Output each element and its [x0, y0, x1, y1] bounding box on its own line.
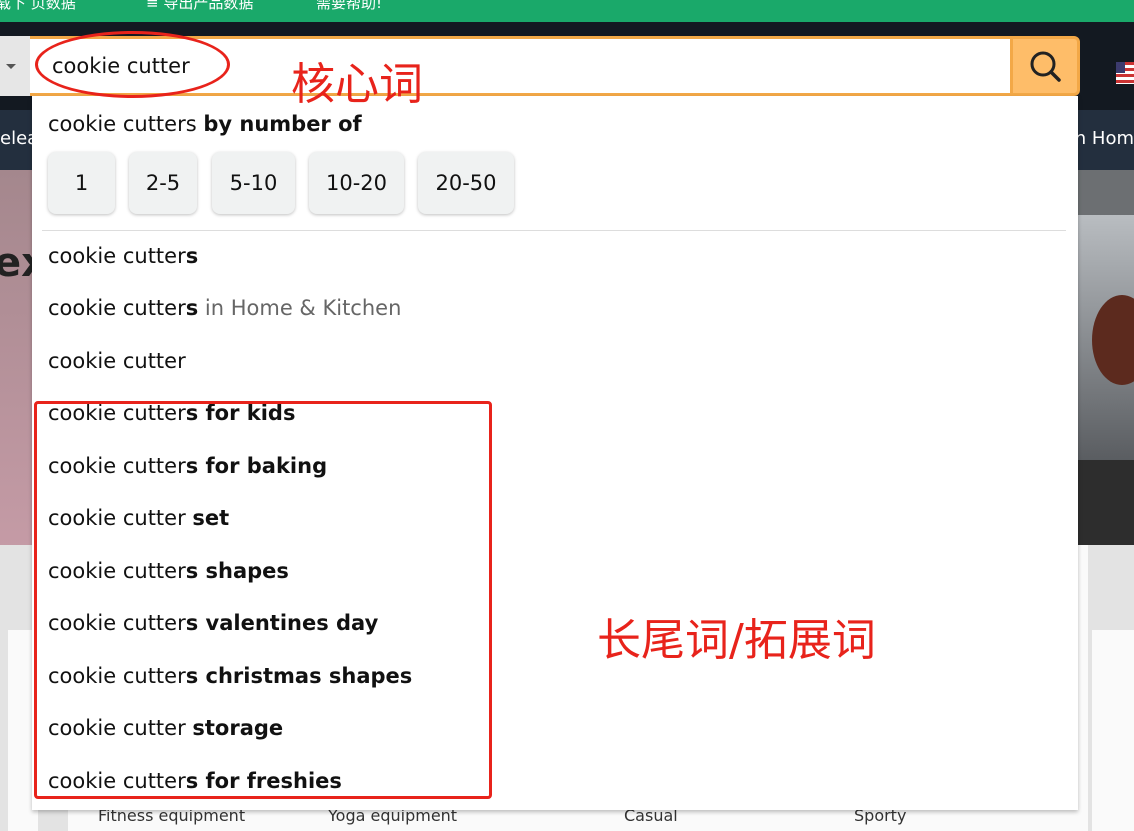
- search-icon: [1030, 51, 1061, 82]
- long-tail-highlight: [34, 401, 492, 799]
- chevron-down-icon: [6, 64, 16, 69]
- quantity-chip[interactable]: 5-10: [212, 152, 295, 214]
- hero-banner-right: [1078, 170, 1134, 550]
- core-word-highlight: [35, 31, 230, 98]
- hero-banner-left: ex: [0, 170, 47, 550]
- suggestion-item[interactable]: cookie cutter: [48, 349, 186, 373]
- quantity-chip[interactable]: 2-5: [129, 152, 197, 214]
- us-flag-icon[interactable]: [1116, 62, 1134, 84]
- toolbar-item-export-products[interactable]: ≡ 导出产品数据: [146, 0, 253, 13]
- suggestion-category: in Home & Kitchen: [204, 296, 402, 320]
- quantity-chip[interactable]: 10-20: [309, 152, 404, 214]
- toolbar-item-help[interactable]: 需要帮助!: [316, 0, 382, 13]
- search-button[interactable]: [1010, 36, 1080, 96]
- long-tail-annotation: 长尾词/拓展词: [597, 615, 876, 666]
- quantity-chip[interactable]: 20-50: [418, 152, 514, 214]
- suggestion-item[interactable]: cookie cutters: [48, 244, 198, 268]
- department-select[interactable]: [0, 36, 30, 96]
- extension-toolbar: 载下 页数据 ≡ 导出产品数据 需要帮助!: [0, 0, 1134, 22]
- toolbar-item-download-page[interactable]: 载下 页数据: [0, 0, 76, 13]
- quantity-chip[interactable]: 1: [48, 152, 115, 214]
- suggestion-item[interactable]: cookie cutters in Home & Kitchen: [48, 296, 401, 320]
- quantity-suggestion-header: cookie cutters by number of: [48, 112, 362, 136]
- core-word-annotation: 核心词: [291, 59, 423, 110]
- divider: [42, 230, 1066, 231]
- nav-item-right[interactable]: n Hom: [1075, 128, 1134, 149]
